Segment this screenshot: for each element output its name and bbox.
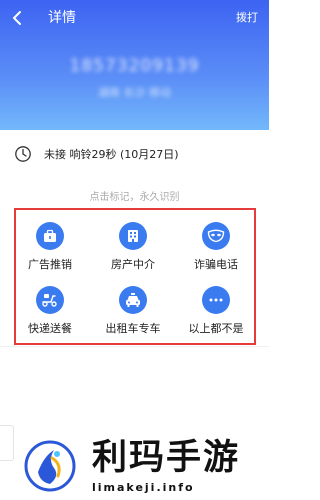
tag-taxi-ride[interactable]: 出租车专车 [95,286,171,346]
back-arrow-icon[interactable] [8,8,28,28]
watermark-logo-icon [24,440,76,492]
tag-express-delivery[interactable]: 快递送餐 [12,286,88,346]
briefcase-icon [36,222,64,250]
tag-fraud-call[interactable]: 诈骗电话 [178,222,254,282]
tag-label: 出租车专车 [105,322,161,335]
tag-label: 以上都不是 [188,322,244,335]
call-record-text: 未接 响铃29秒 (10月27日) [44,148,179,161]
mask-icon [202,222,230,250]
tag-label: 诈骗电话 [194,258,238,271]
tag-ad-promotion[interactable]: 广告推销 [12,222,88,282]
tag-label: 房产中介 [111,258,155,271]
call-record: 未接 响铃29秒 (10月27日) [14,144,179,164]
tag-label: 快递送餐 [28,322,72,335]
tag-none-of-above[interactable]: 以上都不是 [178,286,254,346]
divider [0,346,269,347]
clock-icon [15,146,31,162]
more-icon [202,286,230,314]
tag-grid: 广告推销 房产中介 诈骗电话 快递送餐 出租车专车 以上都不是 [14,208,256,345]
dial-button[interactable]: 拨打 [236,10,258,26]
tag-real-estate-agent[interactable]: 房产中介 [95,222,171,282]
header: 详情 拨打 18573209139 湖南 长沙 移动 [0,0,269,130]
watermark-url: limakeji.info [92,481,195,494]
tag-label: 广告推销 [28,258,72,271]
watermark-title: 利玛手游 [92,438,241,478]
scooter-icon [36,286,64,314]
page-title: 详情 [48,10,76,26]
watermark-edge [0,425,14,461]
number-location: 湖南 长沙 移动 [98,86,171,99]
car-icon [119,286,147,314]
building-icon [119,222,147,250]
mark-hint: 点击标记，永久识别 [89,192,180,203]
phone-number: 18573209139 [69,56,200,76]
